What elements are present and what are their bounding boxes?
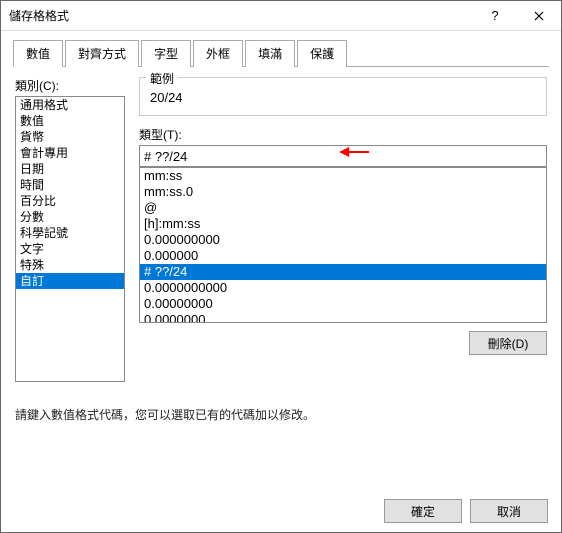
category-item[interactable]: 通用格式: [16, 97, 124, 113]
category-item[interactable]: 科學記號: [16, 225, 124, 241]
help-button[interactable]: ?: [473, 1, 517, 31]
category-item[interactable]: 百分比: [16, 193, 124, 209]
type-label: 類型(T):: [139, 126, 547, 143]
tabs: 數值對齊方式字型外框填滿保護: [13, 39, 549, 67]
sample-box: 範例 20/24: [139, 77, 547, 116]
category-item[interactable]: 日期: [16, 161, 124, 177]
category-item[interactable]: 特殊: [16, 257, 124, 273]
tab-5[interactable]: 保護: [297, 40, 347, 67]
format-listbox[interactable]: mm:ssmm:ss.0@[h]:mm:ss0.0000000000.00000…: [139, 167, 547, 323]
hint-text: 請鍵入數值格式代碼，您可以選取已有的代碼加以修改。: [15, 406, 547, 423]
format-item[interactable]: 0.0000000000: [140, 280, 546, 296]
format-item[interactable]: mm:ss.0: [140, 184, 546, 200]
format-item[interactable]: mm:ss: [140, 168, 546, 184]
format-item[interactable]: 0.00000000: [140, 296, 546, 312]
format-item[interactable]: # ??/24: [140, 264, 546, 280]
category-listbox[interactable]: 通用格式數值貨幣會計專用日期時間百分比分數科學記號文字特殊自訂: [15, 96, 125, 382]
category-item[interactable]: 時間: [16, 177, 124, 193]
type-input[interactable]: [139, 145, 547, 167]
format-item[interactable]: @: [140, 200, 546, 216]
format-item[interactable]: [h]:mm:ss: [140, 216, 546, 232]
cancel-button[interactable]: 取消: [470, 499, 548, 523]
category-item[interactable]: 自訂: [16, 273, 124, 289]
titlebar: 儲存格格式 ?: [1, 1, 561, 31]
category-item[interactable]: 分數: [16, 209, 124, 225]
tab-4[interactable]: 填滿: [245, 40, 295, 67]
close-button[interactable]: [517, 1, 561, 31]
tab-1[interactable]: 對齊方式: [65, 40, 139, 67]
category-label: 類別(C):: [15, 77, 125, 94]
tab-3[interactable]: 外框: [193, 40, 243, 67]
ok-button[interactable]: 確定: [384, 499, 462, 523]
category-item[interactable]: 數值: [16, 113, 124, 129]
close-icon: [534, 11, 544, 21]
window-title: 儲存格格式: [9, 7, 473, 24]
category-item[interactable]: 文字: [16, 241, 124, 257]
format-item[interactable]: 0.0000000: [140, 312, 546, 323]
delete-button[interactable]: 刪除(D): [469, 331, 547, 355]
format-item[interactable]: 0.000000: [140, 248, 546, 264]
sample-value: 20/24: [148, 84, 538, 107]
category-item[interactable]: 會計專用: [16, 145, 124, 161]
category-item[interactable]: 貨幣: [16, 129, 124, 145]
tab-2[interactable]: 字型: [141, 40, 191, 67]
format-item[interactable]: 0.000000000: [140, 232, 546, 248]
sample-label: 範例: [146, 70, 178, 87]
tab-0[interactable]: 數值: [13, 40, 63, 67]
